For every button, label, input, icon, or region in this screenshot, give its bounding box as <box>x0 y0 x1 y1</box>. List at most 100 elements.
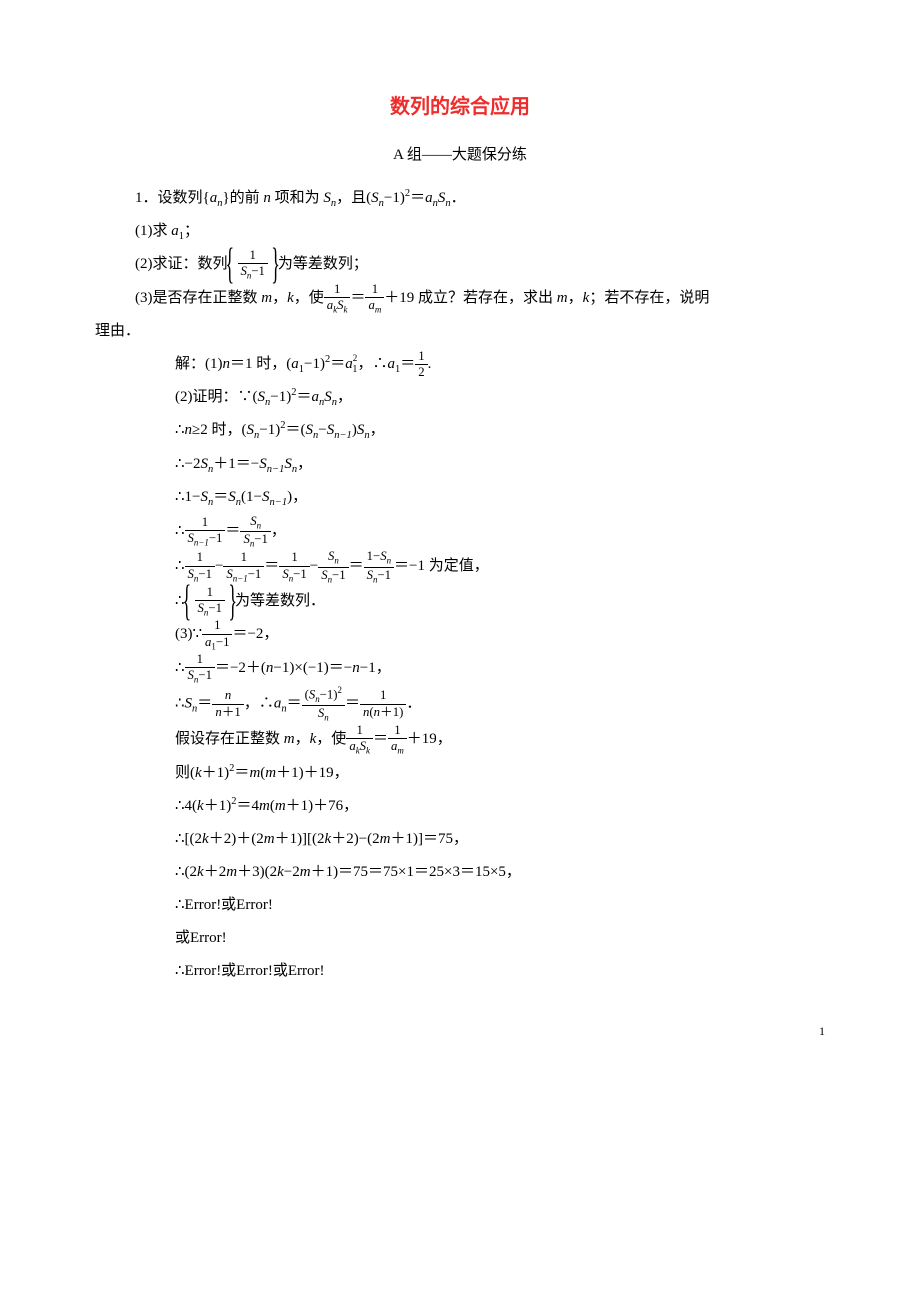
text: ＝ <box>225 523 240 539</box>
fraction: 1Sn−1−1 <box>185 515 226 549</box>
text: (1− <box>241 489 262 505</box>
fraction: 1Sn−1 <box>279 550 309 584</box>
solution-line: ∴n≥2 时，(Sn−1)2＝(Sn−Sn−1)Sn， <box>175 414 825 447</box>
numerator: 1 <box>388 723 407 739</box>
var-k: k <box>195 765 202 781</box>
var-S: S <box>323 190 331 206</box>
var-S: S <box>324 389 332 405</box>
group-subtitle: A 组——大题保分练 <box>95 139 825 172</box>
numerator: 1 <box>324 282 351 298</box>
numerator: 1 <box>360 688 406 704</box>
denominator: 2 <box>415 365 427 380</box>
var-m: m <box>380 831 391 847</box>
sub-nm1: n−1 <box>270 497 288 508</box>
solution-line: ∴1Sn−1−1＝SnSn−1， <box>175 514 825 550</box>
var-a: a <box>291 356 299 372</box>
numerator: Sn <box>318 549 348 567</box>
numerator: 1 <box>346 723 373 739</box>
text: ∴−2 <box>175 456 201 472</box>
text: −1) <box>304 356 325 372</box>
sub-nm1: n−1 <box>334 430 352 441</box>
fraction: 1n(n＋1) <box>360 688 406 720</box>
text: −1 <box>251 264 265 278</box>
numerator: (Sn−1)2 <box>302 685 345 706</box>
text: ＋1) <box>380 705 403 719</box>
text: ＝( <box>286 422 306 438</box>
text: ＝−2， <box>232 627 278 643</box>
text: ； <box>184 223 199 239</box>
var-S: S <box>201 489 209 505</box>
solution-line: 假设存在正整数 m，k，使1akSk＝1am＋19， <box>175 723 825 757</box>
solution-line: ∴1Sn−1−1Sn−1−1＝1Sn−1−SnSn−1＝1−SnSn−1＝−1 … <box>175 549 825 585</box>
solution-3: (3)∵1a1−1＝−2， <box>175 618 825 652</box>
text: ， <box>370 422 385 438</box>
text: ＝ <box>213 489 228 505</box>
text: ＝ <box>197 696 212 712</box>
var-S: S <box>306 422 314 438</box>
var-k: k <box>287 290 294 306</box>
fraction: 1Sn−1 <box>195 585 225 619</box>
text: ＋1)＋19， <box>276 765 349 781</box>
var-n: n <box>223 356 231 372</box>
text: (1)求 <box>135 223 171 239</box>
fraction: 1am <box>365 282 384 316</box>
var-m: m <box>300 864 311 880</box>
numerator: 1 <box>185 515 226 531</box>
text: ＝ <box>330 356 345 372</box>
text: −1 <box>198 567 212 581</box>
var-k: k <box>277 864 284 880</box>
var-S: S <box>284 456 292 472</box>
var-S: S <box>371 190 379 206</box>
text: ∴ <box>175 660 185 676</box>
var-m: m <box>264 831 275 847</box>
sub-k: k <box>366 746 370 756</box>
denominator: Sn−1 <box>185 668 215 685</box>
question-1: (1)求 a1； <box>135 215 825 248</box>
var-m: m <box>226 864 237 880</box>
text: −1 <box>209 531 223 545</box>
text: ＝ <box>349 558 364 574</box>
solution-line: ∴1Sn−1为等差数列． <box>175 585 825 619</box>
text: ∴4( <box>175 798 197 814</box>
solution-line: ∴1−Sn＝Sn(1−Sn−1)， <box>175 481 825 514</box>
numerator: 1 <box>365 282 384 298</box>
question-3-cont: 理由． <box>95 315 825 348</box>
question-2: (2)求证：数列1Sn−1为等差数列； <box>135 248 825 282</box>
text: −1 <box>254 532 268 546</box>
text: −1)×(−1)＝− <box>273 660 352 676</box>
text: ＝ <box>234 765 249 781</box>
text: ＝−2＋( <box>215 660 266 676</box>
text: ＝ <box>296 389 311 405</box>
denominator: n(n＋1) <box>360 705 406 720</box>
denominator: Sn−1 <box>195 601 225 618</box>
denominator: Sn−1−1 <box>185 531 226 548</box>
var-a: a <box>425 190 433 206</box>
var-S: S <box>262 489 270 505</box>
question-3: (3)是否存在正整数 m，k，使1akSk＝1am＋19 成立？若存在，求出 m… <box>135 282 825 316</box>
solution-error: ∴Error!或Error!或Error! <box>175 955 825 988</box>
var-S: S <box>228 489 236 505</box>
text: −1 <box>248 567 262 581</box>
text: ；若不存在，说明 <box>589 290 709 306</box>
var-a: a <box>388 356 396 372</box>
solution-error: 或Error! <box>175 922 825 955</box>
text: ＋19， <box>407 731 452 747</box>
var-k: k <box>197 864 204 880</box>
text: ＝ <box>345 696 360 712</box>
text: ∴[(2 <box>175 831 202 847</box>
text: 解：(1) <box>175 356 223 372</box>
denominator: Sn−1 <box>279 567 309 584</box>
text: ∴ <box>175 422 185 438</box>
text: −1) <box>259 422 280 438</box>
denominator: am <box>388 739 407 756</box>
text: }的前 <box>222 190 263 206</box>
text: ＋1)＝75＝75×1＝25×3＝15×5， <box>311 864 521 880</box>
text: 1．设数列{ <box>135 190 210 206</box>
text: ，∴ <box>357 356 387 372</box>
problem-1: 1．设数列{an}的前 n 项和为 Sn，且(Sn−1)2＝anSn． <box>135 182 825 215</box>
text: ≥2 时，( <box>192 422 246 438</box>
text: ＋3)(2 <box>237 864 277 880</box>
var-S: S <box>259 456 267 472</box>
text: ＝4 <box>236 798 259 814</box>
solution-line: ∴4(k＋1)2＝4m(m＋1)＋76， <box>175 790 825 823</box>
